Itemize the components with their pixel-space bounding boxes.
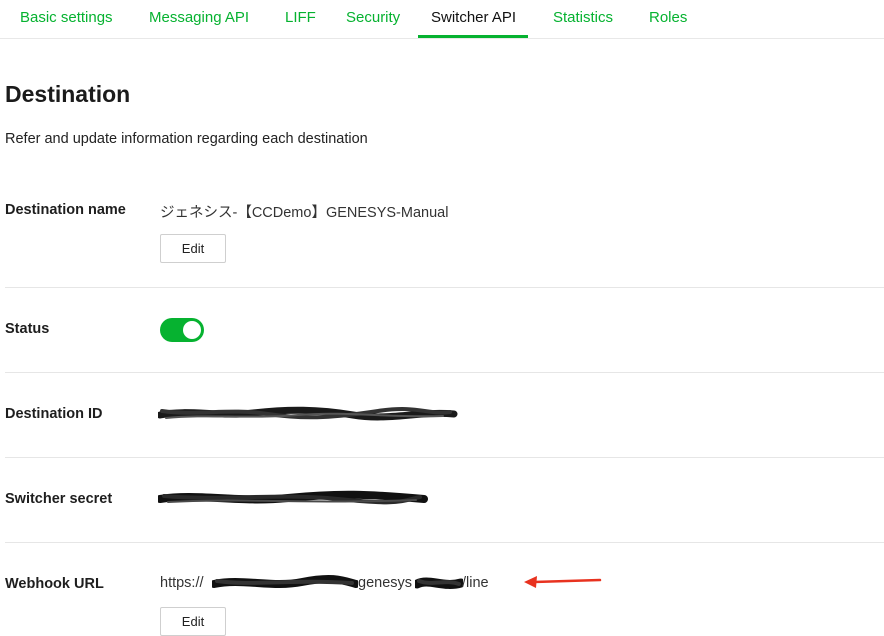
tab-basic-settings[interactable]: Basic settings (20, 0, 113, 37)
tab-messaging-api[interactable]: Messaging API (149, 0, 249, 37)
webhook-url-label: Webhook URL (5, 576, 104, 592)
divider (5, 542, 884, 543)
redacted-webhook-host (212, 574, 358, 588)
annotation-arrow-icon (524, 576, 602, 588)
switcher-secret-label: Switcher secret (5, 491, 113, 507)
tab-switcher-api[interactable]: Switcher API (417, 0, 529, 38)
webhook-url-middle: genesys (358, 575, 413, 591)
tab-liff[interactable]: LIFF (285, 0, 316, 37)
redacted-switcher-secret (158, 490, 428, 505)
webhook-url-prefix: https:// (160, 575, 204, 591)
redacted-webhook-domain (415, 577, 463, 589)
tab-statistics[interactable]: Statistics (553, 0, 613, 37)
divider (5, 372, 884, 373)
edit-destination-name-button[interactable]: Edit (160, 234, 226, 263)
status-label: Status (5, 321, 50, 337)
page-title: Destination (5, 81, 131, 107)
page-description: Refer and update information regarding e… (5, 131, 368, 147)
destination-name-value: ジェネシス-【CCDemo】GENESYS-Manual (160, 205, 449, 221)
redacted-destination-id (158, 406, 458, 421)
tab-roles[interactable]: Roles (649, 0, 687, 37)
destination-id-label: Destination ID (5, 406, 103, 422)
webhook-url-suffix: /line (462, 575, 489, 591)
status-toggle[interactable] (160, 318, 204, 342)
edit-webhook-url-button[interactable]: Edit (160, 607, 226, 636)
tab-security[interactable]: Security (346, 0, 400, 37)
divider (5, 457, 884, 458)
divider (5, 287, 884, 288)
toggle-knob (183, 321, 201, 339)
destination-name-label: Destination name (5, 202, 126, 218)
tab-bar: Basic settings Messaging API LIFF Securi… (0, 0, 884, 39)
